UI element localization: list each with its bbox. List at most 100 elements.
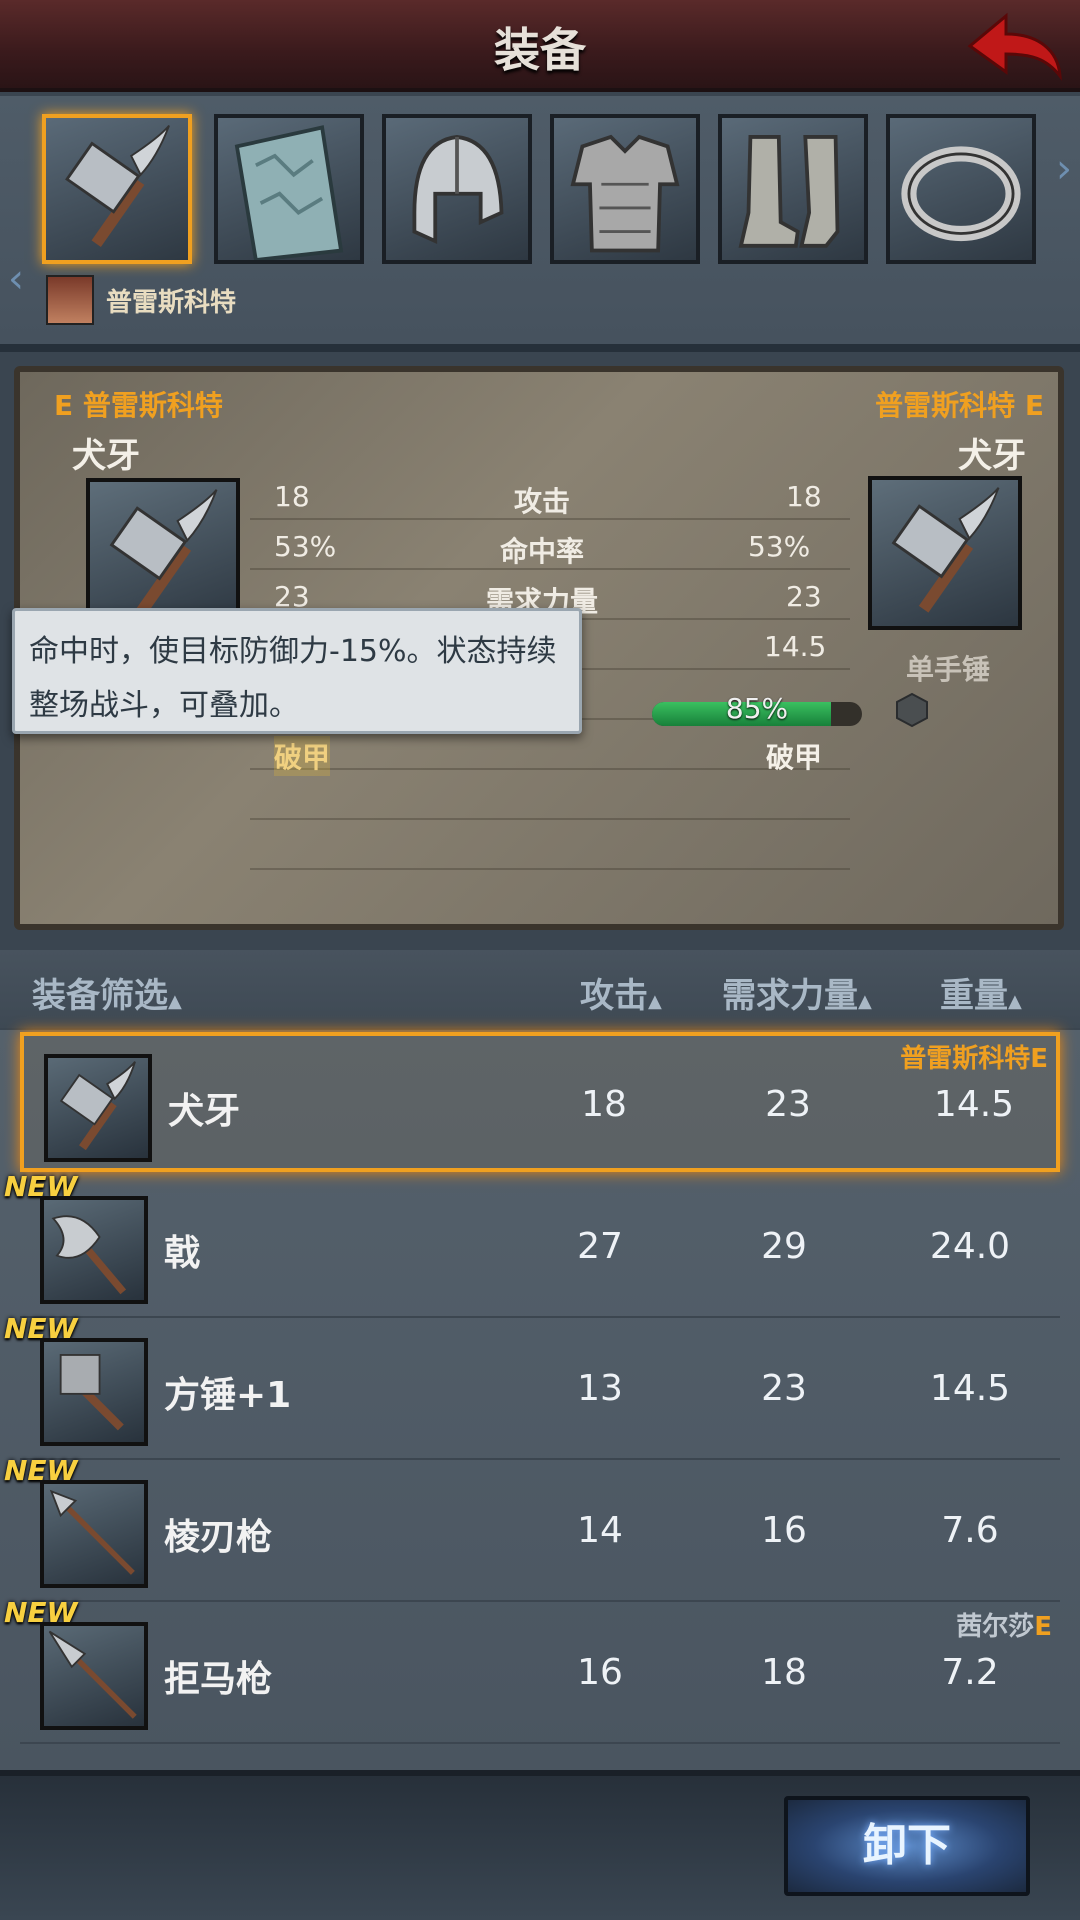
slot-boots[interactable] [718,114,868,264]
item-strength: 18 [761,1652,807,1693]
list-item[interactable]: 茜尔莎E NEW 拒马枪 16 18 7.2 [4,1596,1060,1744]
strength-label: 需求力量 [722,976,858,1016]
item-icon [40,1338,148,1446]
item-attack: 16 [577,1652,623,1693]
owner-name: 普雷斯科特 [106,287,237,318]
armor-break-left[interactable]: 破甲 [274,736,331,776]
chevron-right-icon[interactable]: › [1056,146,1072,192]
sort-attack[interactable]: 攻击▲ [580,968,662,1017]
equipment-slots: ‹ › 普雷斯科特 [0,96,1080,352]
armor-icon [570,134,680,253]
list-header: 装备筛选▲ 攻击▲ 需求力量▲ 重量▲ [0,950,1080,1028]
item-icon [40,1196,148,1304]
item-weight: 14.5 [933,1084,1015,1125]
stat-left: 18 [274,480,310,513]
stat-right: 53% [748,530,811,563]
filter-label: 装备筛选 [32,976,168,1016]
item-icon [40,1622,148,1730]
skill-tooltip: 命中时，使目标防御力-15%。状态持续整场战斗，可叠加。 [12,608,582,734]
item-icon [40,1480,148,1588]
divider [250,768,850,770]
list-item[interactable]: 普雷斯科特E 犬牙 18 23 14.5 [20,1032,1060,1172]
durability-text: 85% [725,692,789,725]
weapon-type: 单手锤 [906,653,991,686]
slot-helmet[interactable] [382,114,532,264]
list-item[interactable]: NEW 方锤+1 13 23 14.5 [4,1312,1060,1460]
pike-icon [48,1630,137,1719]
sort-strength[interactable]: 需求力量▲ [722,968,872,1017]
sort-weight[interactable]: 重量▲ [940,968,1022,1017]
attack-label: 攻击 [580,976,648,1016]
slot-weapon[interactable] [42,114,192,264]
item-attack: 13 [577,1368,623,1409]
item-icon [44,1054,152,1162]
stat-label: 命中率 [500,535,585,568]
sort-icon: ▲ [1008,991,1022,1012]
list-item[interactable]: NEW 棱刃枪 14 16 7.6 [4,1454,1060,1602]
armor-break-right[interactable]: 破甲 [766,736,822,776]
item-strength: 23 [761,1368,807,1409]
right-owner: 普雷斯科特 E [875,389,1044,422]
slot-armor[interactable] [550,114,700,264]
item-list: 普雷斯科特E 犬牙 18 23 14.5 NEW 戟 27 29 24.0 NE… [0,1030,1080,1770]
shield-icon [234,125,344,263]
halberd-icon [51,1215,127,1295]
unequip-button[interactable]: 卸下 [784,1796,1030,1896]
hammer-icon [109,489,218,615]
slot-shield[interactable] [214,114,364,264]
item-weight: 14.5 [929,1368,1011,1409]
item-strength: 23 [765,1084,811,1125]
filter-button[interactable]: 装备筛选▲ [32,968,182,1017]
right-item-name: 犬牙 [958,436,1026,476]
hammer-icon [65,124,170,247]
stat-right: 14.5 [764,630,827,663]
sort-icon: ▲ [168,991,182,1012]
owner-info[interactable]: 普雷斯科特 [46,274,236,326]
stat-left: 53% [274,530,337,563]
slot-ring[interactable] [886,114,1036,264]
chevron-left-icon[interactable]: ‹ [8,256,24,302]
item-name: 棱刃枪 [164,1517,273,1558]
back-arrow-icon[interactable] [958,6,1068,86]
item-weight: 7.6 [941,1510,999,1551]
item-name: 戟 [164,1233,201,1274]
item-owner-name: 茜尔莎 [956,1612,1035,1642]
spear-icon [49,1489,135,1575]
page-title: 装备 [494,23,586,77]
divider [250,868,850,870]
left-owner: E 普雷斯科特 [54,389,223,422]
item-owner: 普雷斯科特E [900,1044,1048,1074]
stat-right: 18 [786,480,822,513]
stat-label: 攻击 [514,485,571,518]
list-item[interactable]: NEW 戟 27 29 24.0 [4,1170,1060,1318]
item-name: 方锤+1 [164,1375,292,1416]
item-name: 拒马枪 [164,1659,273,1700]
item-attack: 18 [581,1084,627,1125]
left-item-name: 犬牙 [72,436,140,476]
helmet-icon [412,135,504,245]
item-weight: 24.0 [929,1226,1011,1267]
right-item-icon [868,476,1022,630]
square-hammer-icon [59,1354,124,1431]
stat-right: 23 [786,580,822,613]
item-name: 犬牙 [168,1091,241,1132]
boots-icon [738,135,840,248]
avatar [46,275,94,325]
item-weight: 7.2 [941,1652,999,1693]
weight-label: 重量 [940,976,1008,1016]
owner-suffix: E [1034,1612,1052,1642]
gem-slot-icon [894,692,930,728]
hammer-icon [891,487,1000,613]
item-attack: 27 [577,1226,623,1267]
hammer-icon [59,1061,136,1151]
item-owner: 茜尔莎E [956,1606,1052,1643]
bottom-bar: 卸下 [0,1770,1080,1920]
ring-icon [901,146,1021,242]
header-bar: 装备 [0,0,1080,92]
item-attack: 14 [577,1510,623,1551]
item-strength: 29 [761,1226,807,1267]
item-strength: 16 [761,1510,807,1551]
sort-icon: ▲ [858,991,872,1012]
divider [250,818,850,820]
sort-icon: ▲ [648,991,662,1012]
